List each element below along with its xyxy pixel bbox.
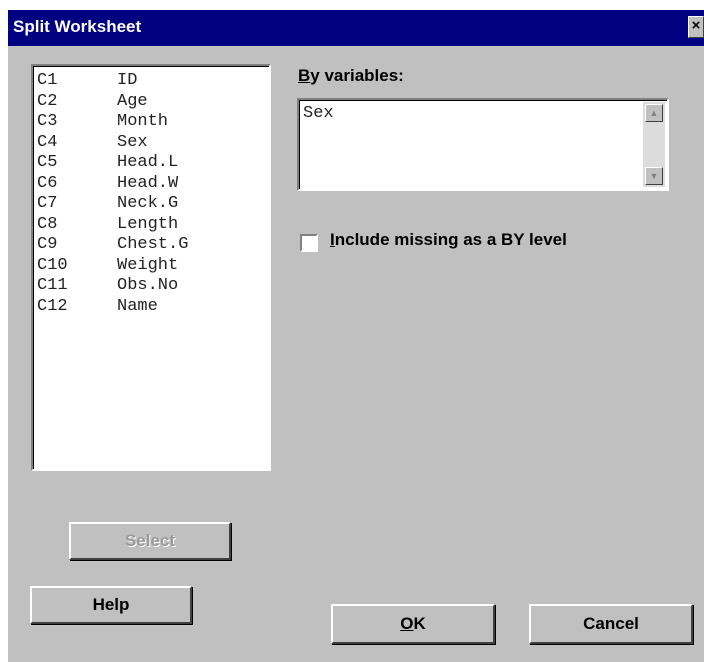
column-id: C8 [37,214,58,234]
column-name: Chest.G [117,235,189,254]
column-id: C5 [37,153,58,172]
column-id: C6 [37,173,58,193]
column-name: Obs.No [117,276,179,295]
select-button[interactable]: Select [69,522,231,560]
column-name: Month [117,112,169,131]
column-id: C1 [37,71,58,90]
column-name: Weight [117,255,179,275]
column-id: C7 [37,194,58,213]
variables-listbox[interactable]: C1 ID C2 Age C3 Month C4 Sex C5 Head.L C6 Head.W C7 N… [31,64,271,471]
column-name: ID [117,71,138,90]
column-id: C3 [37,112,58,131]
column-id: C4 [37,132,58,152]
column-name: Neck.G [117,194,179,213]
column-id: C11 [37,276,68,295]
by-variables-field[interactable]: Sex ▲ ▼ [297,98,669,191]
column-id: C12 [37,296,68,316]
cancel-button[interactable]: Cancel [529,604,693,644]
column-name: Length [117,214,179,234]
scroll-up-arrow-icon[interactable]: ▲ [645,104,663,122]
by-variables-scrollbar[interactable]: ▲ ▼ [643,102,665,187]
help-button[interactable]: Help [30,586,192,624]
split-worksheet-dialog: Split Worksheet × C1 ID C2 Age C3 Month C4 Sex C… [8,10,704,662]
by-variables-value: Sex [303,104,334,123]
column-name: Head.L [117,153,179,172]
close-icon[interactable]: × [688,16,704,38]
column-name: Age [117,91,148,111]
scroll-down-arrow-icon[interactable]: ▼ [645,167,663,185]
include-missing-checkbox[interactable] [300,234,318,252]
by-variables-label: By variables: [298,66,404,85]
include-missing-label[interactable]: Include missing as a BY level [330,230,567,250]
dialog-title: Split Worksheet [13,17,142,36]
column-name: Head.W [117,173,179,193]
column-id: C9 [37,235,58,254]
column-name: Name [117,296,158,316]
column-id: C2 [37,91,58,111]
title-bar[interactable]: Split Worksheet × [8,10,704,46]
column-id: C10 [37,255,68,275]
column-name: Sex [117,132,148,152]
ok-button[interactable]: OK [331,604,495,644]
